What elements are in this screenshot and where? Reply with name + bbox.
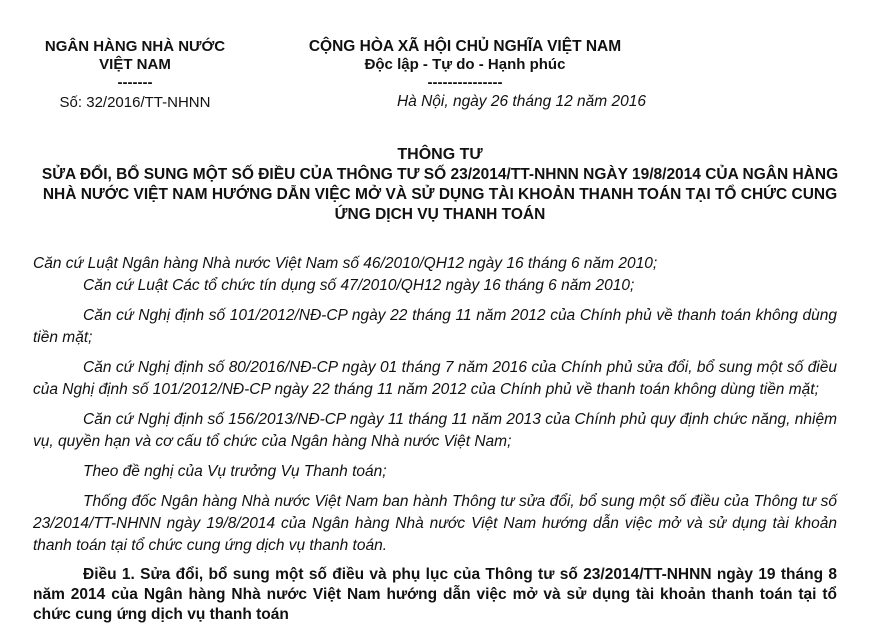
document-page: NGÂN HÀNG NHÀ NƯỚC VIỆT NAM ------- Số: … (0, 0, 871, 623)
issuer-name-line2: VIỆT NAM (99, 56, 171, 73)
issuer-name-line1: NGÂN HÀNG NHÀ NƯỚC (44, 38, 226, 55)
nation-name: CỘNG HÒA XÃ HỘI CHỦ NGHĨA VIỆT NAM (308, 38, 622, 55)
preamble-clause: Theo đề nghị của Vụ trưởng Vụ Thanh toán… (83, 463, 387, 480)
issuer-separator: ------- (117, 74, 153, 91)
motto-separator: --------------- (427, 74, 503, 91)
issuer-block: NGÂN HÀNG NHÀ NƯỚC VIỆT NAM ------- Số: … (40, 38, 230, 112)
document-number: Số: 32/2016/TT-NHNN (59, 94, 211, 111)
preamble-clause: Căn cứ Nghị định số 156/2013/NĐ-CP ngày … (33, 411, 837, 450)
document-header: NGÂN HÀNG NHÀ NƯỚC VIỆT NAM ------- Số: … (0, 38, 871, 114)
document-type-title: THÔNG TƯ (397, 146, 483, 163)
promulgation-clause: Thống đốc Ngân hàng Nhà nước Việt Nam ba… (33, 493, 837, 554)
preamble-clause: Căn cứ Luật Ngân hàng Nhà nước Việt Nam … (33, 255, 658, 272)
national-heading-block: CỘNG HÒA XÃ HỘI CHỦ NGHĨA VIỆT NAM Độc l… (280, 38, 650, 112)
preamble-clause: Căn cứ Nghị định số 101/2012/NĐ-CP ngày … (33, 307, 837, 346)
document-subject-title: SỬA ĐỔI, BỔ SUNG MỘT SỐ ĐIỀU CỦA THÔNG T… (41, 166, 839, 223)
national-motto: Độc lập - Tự do - Hạnh phúc (364, 56, 566, 73)
issue-place-date: Hà Nội, ngày 26 tháng 12 năm 2016 (396, 93, 646, 110)
document-body: Căn cứ Luật Ngân hàng Nhà nước Việt Nam … (33, 253, 837, 625)
article-1-heading: Điều 1. Sửa đổi, bổ sung một số điều và … (33, 566, 837, 623)
document-title-block: THÔNG TƯ SỬA ĐỔI, BỔ SUNG MỘT SỐ ĐIỀU CỦ… (40, 145, 840, 225)
preamble-clause: Căn cứ Luật Các tổ chức tín dụng số 47/2… (83, 277, 635, 294)
preamble-clause: Căn cứ Nghị định số 80/2016/NĐ-CP ngày 0… (33, 359, 837, 398)
